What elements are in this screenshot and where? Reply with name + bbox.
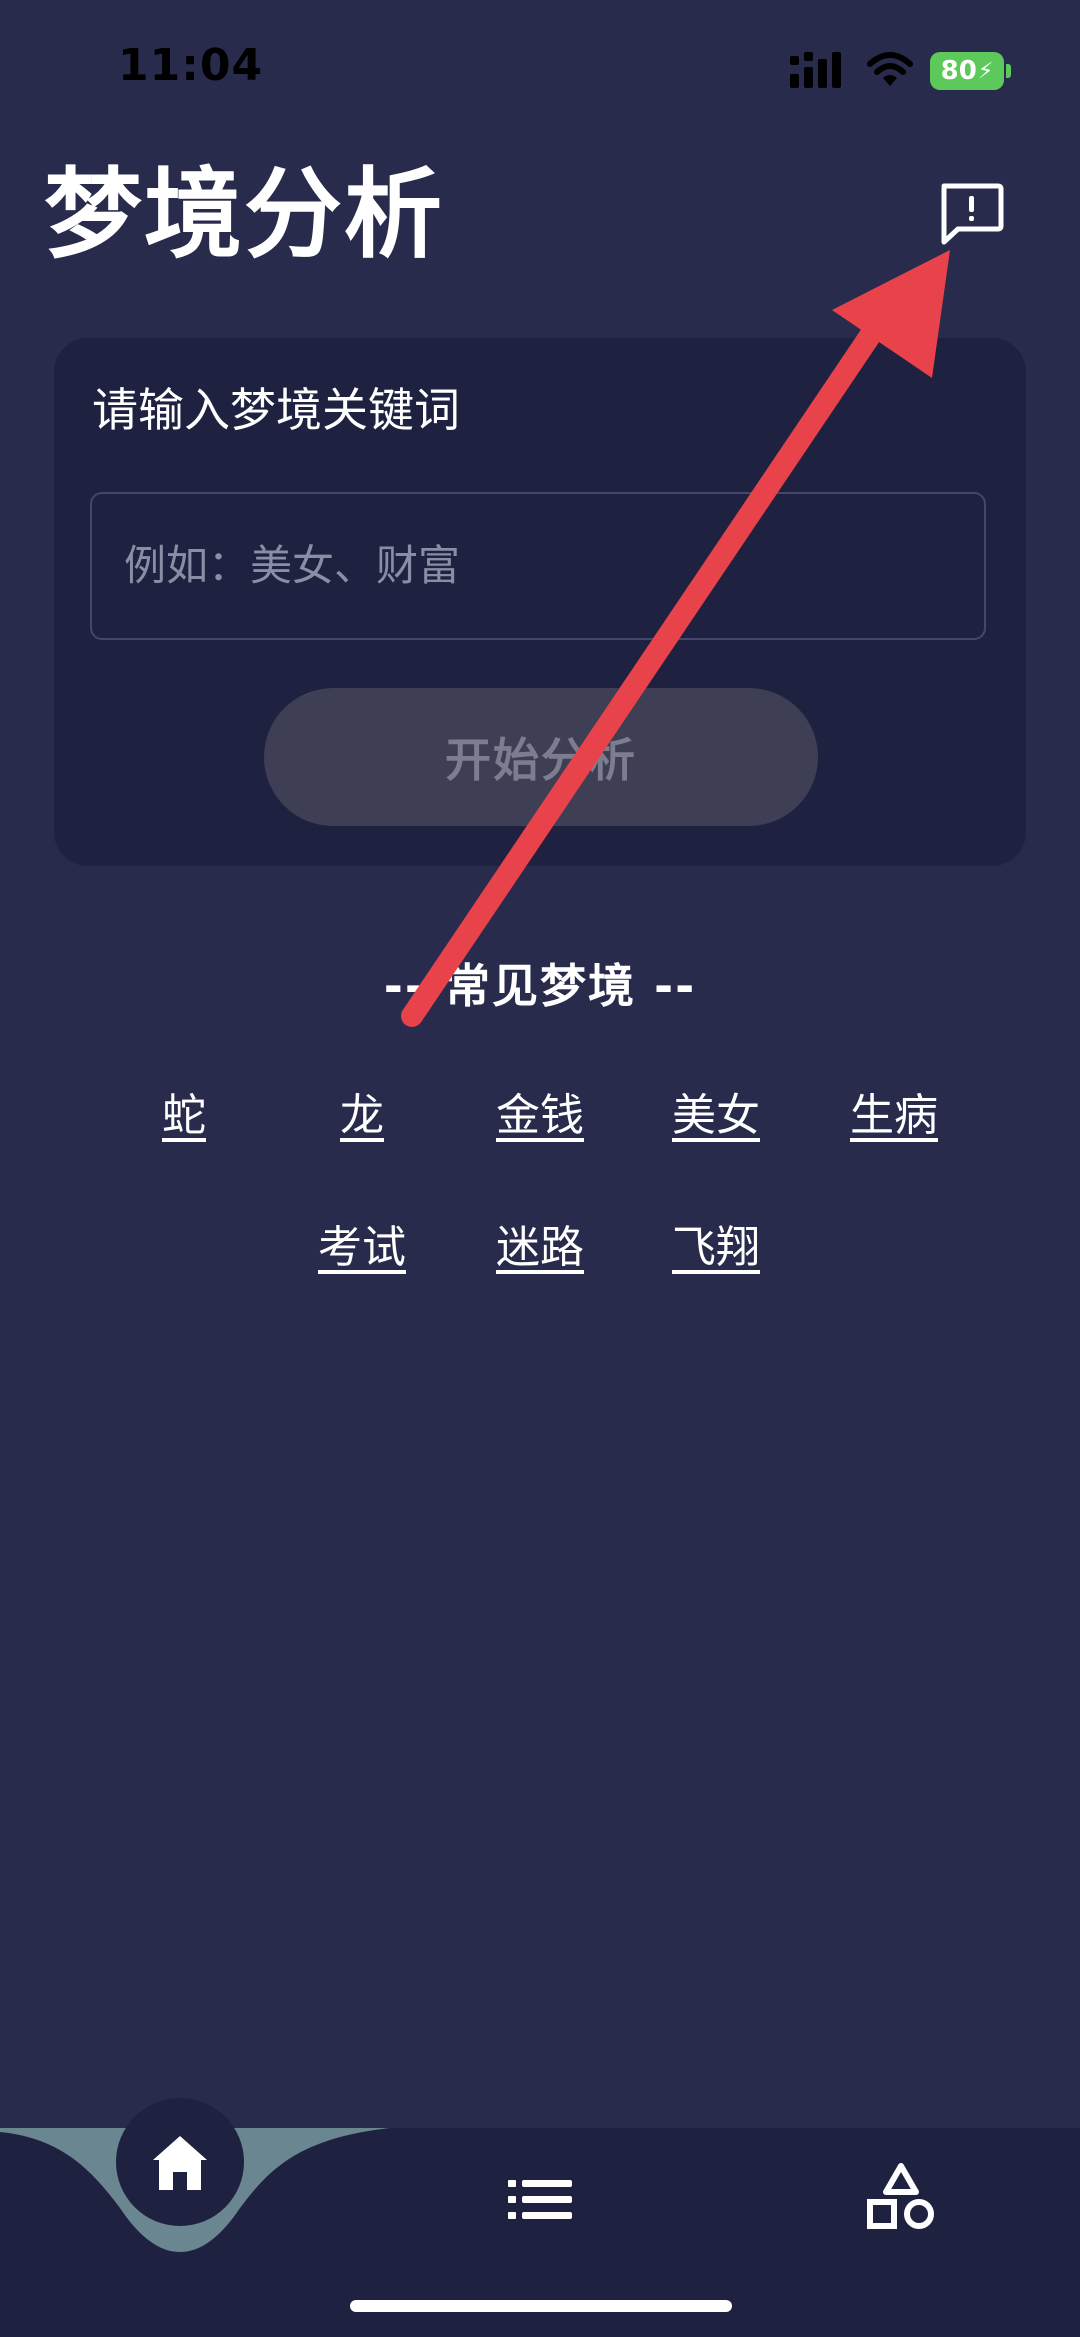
start-analysis-button[interactable]: 开始分析 bbox=[264, 688, 818, 826]
dream-link-snake[interactable]: 蛇 bbox=[162, 1086, 206, 1146]
dream-search-card: 请输入梦境关键词 例如：美女、财富 开始分析 bbox=[54, 338, 1026, 866]
battery-tip bbox=[1006, 64, 1011, 78]
tab-home[interactable] bbox=[116, 2098, 244, 2226]
message-alert-icon[interactable] bbox=[938, 182, 1004, 246]
keyword-label: 请输入梦境关键词 bbox=[92, 383, 460, 437]
dream-link-dragon[interactable]: 龙 bbox=[340, 1086, 384, 1146]
page-title: 梦境分析 bbox=[44, 158, 445, 272]
list-icon[interactable] bbox=[508, 2178, 572, 2220]
dream-link-lost[interactable]: 迷路 bbox=[496, 1218, 584, 1278]
dream-link-illness[interactable]: 生病 bbox=[850, 1086, 938, 1146]
battery-level: 80 bbox=[940, 56, 977, 86]
shapes-icon[interactable] bbox=[866, 2162, 936, 2232]
common-dreams-heading: -- 常见梦境 -- bbox=[383, 959, 697, 1013]
battery-indicator: 80 ⚡ bbox=[930, 52, 1004, 90]
input-placeholder: 例如：美女、财富 bbox=[124, 541, 461, 590]
dream-link-beauty[interactable]: 美女 bbox=[672, 1086, 760, 1146]
dream-link-flying[interactable]: 飞翔 bbox=[672, 1218, 760, 1278]
dream-keyword-input[interactable]: 例如：美女、财富 bbox=[90, 492, 986, 640]
dream-link-money[interactable]: 金钱 bbox=[496, 1086, 584, 1146]
dream-link-exam[interactable]: 考试 bbox=[318, 1218, 406, 1278]
home-indicator bbox=[350, 2300, 732, 2312]
cellular-signal-icon bbox=[790, 52, 841, 88]
home-icon bbox=[153, 2136, 207, 2190]
wifi-icon bbox=[867, 52, 913, 86]
status-bar: 11:04 80 ⚡ bbox=[0, 0, 1080, 140]
charging-bolt-icon: ⚡ bbox=[977, 58, 994, 84]
status-time: 11:04 bbox=[118, 40, 264, 91]
